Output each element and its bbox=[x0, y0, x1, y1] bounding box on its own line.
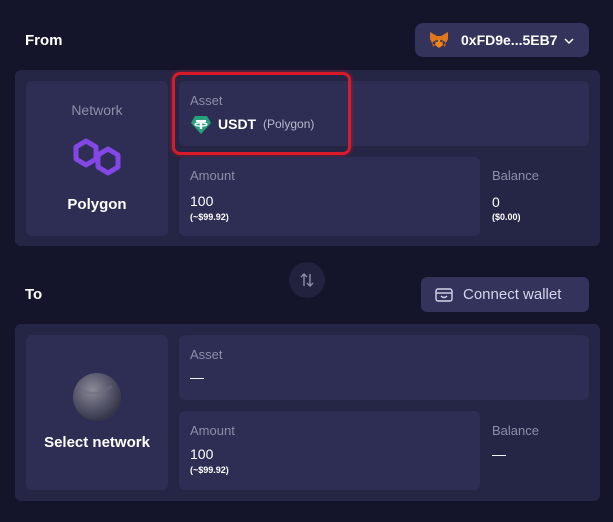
to-balance-value: — bbox=[492, 446, 506, 462]
to-amount-usd: (~$99.92) bbox=[190, 465, 229, 475]
asset-label: Asset bbox=[190, 93, 223, 108]
wallet-address: 0xFD9e...5EB7 bbox=[461, 32, 558, 48]
from-network-selector[interactable]: Network Polygon bbox=[26, 81, 168, 236]
chevron-down-icon bbox=[563, 34, 575, 46]
from-asset-selector[interactable]: Asset USDT (Polygon) bbox=[180, 81, 345, 145]
from-balance-usd: ($0.00) bbox=[492, 212, 521, 222]
from-amount-card: Amount 100 (~$99.92) bbox=[179, 157, 480, 236]
from-amount-input[interactable]: 100 bbox=[190, 193, 213, 209]
from-network-name: Polygon bbox=[67, 196, 127, 213]
to-asset-selector[interactable]: Asset — bbox=[179, 335, 589, 400]
swap-arrows-icon bbox=[299, 272, 315, 288]
to-asset-label: Asset bbox=[190, 347, 223, 362]
network-label: Network bbox=[71, 102, 123, 118]
to-balance-label: Balance bbox=[492, 423, 539, 438]
to-network-selector[interactable]: Select network bbox=[26, 335, 168, 490]
to-amount-value: 100 bbox=[190, 446, 214, 462]
metamask-fox-icon bbox=[429, 31, 449, 49]
from-title: From bbox=[25, 32, 63, 49]
to-title: To bbox=[25, 286, 43, 303]
asset-chain: (Polygon) bbox=[263, 117, 315, 131]
balance-label: Balance bbox=[492, 168, 539, 183]
wallet-icon bbox=[435, 287, 453, 303]
to-amount-card: Amount 100 (~$99.92) bbox=[179, 411, 480, 490]
wallet-address-button[interactable]: 0xFD9e...5EB7 bbox=[415, 23, 589, 57]
to-amount-label: Amount bbox=[190, 423, 235, 438]
tether-icon bbox=[190, 114, 212, 136]
amount-label: Amount bbox=[190, 168, 235, 183]
connect-wallet-button[interactable]: Connect wallet bbox=[421, 277, 589, 312]
connect-wallet-label: Connect wallet bbox=[463, 286, 562, 303]
placeholder-globe-icon bbox=[72, 372, 122, 422]
to-asset-value: — bbox=[190, 369, 204, 385]
from-amount-usd: (~$99.92) bbox=[190, 212, 229, 222]
asset-symbol: USDT bbox=[218, 116, 257, 132]
swap-direction-button[interactable] bbox=[289, 262, 325, 298]
polygon-icon bbox=[70, 135, 124, 179]
to-balance: Balance — bbox=[492, 423, 539, 462]
from-balance: Balance 0 ($0.00) bbox=[492, 168, 539, 222]
to-network-name: Select network bbox=[44, 434, 150, 451]
from-balance-value: 0 bbox=[492, 194, 500, 210]
